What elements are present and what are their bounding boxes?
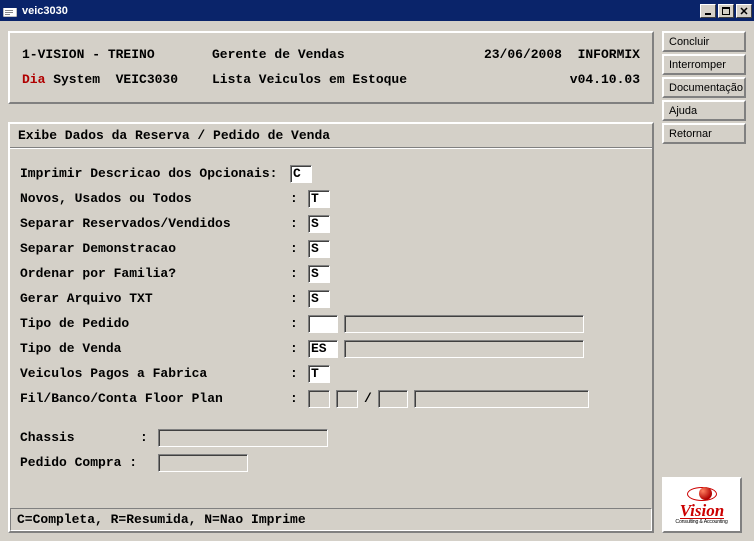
- vision-logo: Vision Consulting & Accounting: [662, 477, 742, 533]
- slash-separator: /: [364, 386, 372, 412]
- input-novos-usados[interactable]: T: [308, 190, 330, 208]
- input-conta[interactable]: [378, 390, 408, 408]
- input-fil[interactable]: [308, 390, 330, 408]
- label-chassis: Chassis: [20, 425, 140, 451]
- input-familia[interactable]: S: [308, 265, 330, 283]
- input-opcionais[interactable]: C: [290, 165, 312, 183]
- date-label: 23/06/2008: [484, 47, 562, 62]
- dia-label: Dia: [22, 72, 45, 87]
- input-reservados[interactable]: S: [308, 215, 330, 233]
- db-label: INFORMIX: [578, 47, 640, 62]
- input-tipo-pedido[interactable]: [308, 315, 338, 333]
- form-subheader: Exibe Dados da Reserva / Pedido de Venda: [10, 124, 652, 148]
- label-reservados: Separar Reservados/Vendidos: [20, 211, 290, 237]
- label-novos-usados: Novos, Usados ou Todos: [20, 186, 290, 212]
- app-icon: [2, 3, 18, 19]
- logo-text: Vision: [680, 503, 724, 519]
- retornar-button[interactable]: Retornar: [662, 123, 746, 144]
- concluir-button[interactable]: Concluir: [662, 31, 746, 52]
- program-label: System VEIC3030: [45, 72, 178, 87]
- version-label: v04.10.03: [570, 68, 640, 93]
- input-tipo-venda[interactable]: ES: [308, 340, 338, 358]
- label-tipo-pedido: Tipo de Pedido: [20, 311, 290, 337]
- eye-icon: [687, 485, 717, 503]
- label-demonstracao: Separar Demonstracao: [20, 236, 290, 262]
- label-floor-plan: Fil/Banco/Conta Floor Plan: [20, 386, 290, 412]
- documentacao-button[interactable]: Documentação: [662, 77, 746, 98]
- close-button[interactable]: [736, 4, 752, 18]
- minimize-button[interactable]: [700, 4, 716, 18]
- interromper-button[interactable]: Interromper: [662, 54, 746, 75]
- input-tipo-pedido-desc: [344, 315, 584, 333]
- input-pedido-compra[interactable]: [158, 454, 248, 472]
- ajuda-button[interactable]: Ajuda: [662, 100, 746, 121]
- input-demonstracao[interactable]: S: [308, 240, 330, 258]
- label-txt: Gerar Arquivo TXT: [20, 286, 290, 312]
- input-txt[interactable]: S: [308, 290, 330, 308]
- input-banco[interactable]: [336, 390, 358, 408]
- title-bar: veic3030: [0, 0, 754, 21]
- label-tipo-venda: Tipo de Venda: [20, 336, 290, 362]
- input-pagos-fabrica[interactable]: T: [308, 365, 330, 383]
- label-opcionais: Imprimir Descricao dos Opcionais:: [20, 161, 290, 187]
- input-tipo-venda-desc: [344, 340, 584, 358]
- system-id: 1-VISION - TREINO: [22, 43, 212, 68]
- label-pagos-fabrica: Veiculos Pagos a Fabrica: [20, 361, 290, 387]
- role-label: Gerente de Vendas: [212, 43, 484, 68]
- maximize-button[interactable]: [718, 4, 734, 18]
- window-title: veic3030: [22, 5, 700, 17]
- label-pedido-compra: Pedido Compra :: [20, 450, 140, 476]
- form-panel: Exibe Dados da Reserva / Pedido de Venda…: [8, 122, 654, 533]
- screen-title: Lista Veiculos em Estoque: [212, 68, 570, 93]
- input-floor-plan-desc: [414, 390, 589, 408]
- status-hint: C=Completa, R=Resumida, N=Nao Imprime: [10, 508, 652, 531]
- header-panel: 1-VISION - TREINO Gerente de Vendas 23/0…: [8, 31, 654, 104]
- input-chassis[interactable]: [158, 429, 328, 447]
- label-familia: Ordenar por Familia?: [20, 261, 290, 287]
- logo-subtext: Consulting & Accounting: [676, 519, 728, 525]
